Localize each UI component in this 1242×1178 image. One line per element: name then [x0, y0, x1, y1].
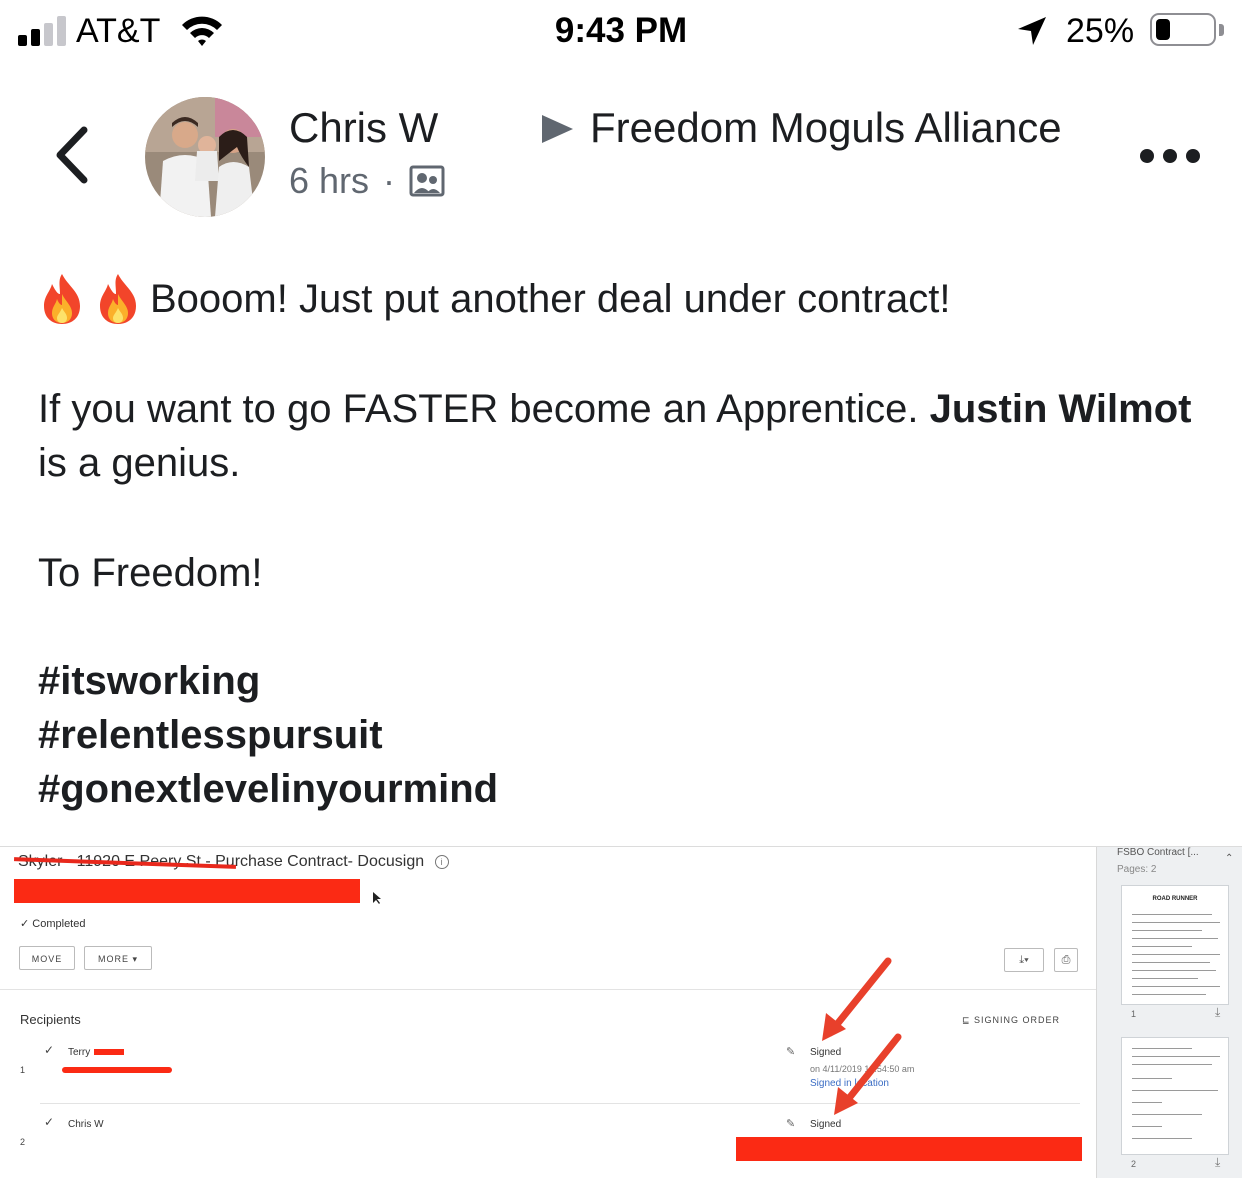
hashtag-link[interactable]: #relentlesspursuit: [38, 708, 1218, 762]
check-icon: ✓: [44, 1115, 55, 1129]
move-button: MOVE: [19, 946, 75, 970]
row-divider: [40, 1103, 1080, 1104]
meta-separator: ·: [383, 160, 396, 201]
redaction-bar: [94, 1049, 124, 1055]
post-meta: 6 hrs ·: [289, 160, 445, 202]
download-icon: ⤓▾: [1004, 948, 1044, 972]
thumbnail-page-number: 1: [1131, 1009, 1137, 1019]
battery-icon: [1150, 13, 1216, 46]
hashtag-link[interactable]: #gonextlevelinyourmind: [38, 762, 1218, 816]
post-image-attachment[interactable]: Skyler - 11920 E Peery St - Purchase Con…: [0, 846, 1242, 1178]
battery-level-fill: [1156, 19, 1170, 40]
post-line-3: To Freedom!: [38, 551, 263, 595]
post-line-1: Booom! Just put another deal under contr…: [38, 272, 1218, 326]
section-divider: [0, 989, 1096, 990]
pen-icon: ✎: [786, 1046, 796, 1058]
battery-cap: [1219, 24, 1224, 36]
mouse-cursor-icon: [373, 892, 381, 904]
more-dots-icon: [1140, 149, 1154, 163]
recipient-number: 1: [20, 1065, 26, 1075]
print-icon: ⎙: [1054, 948, 1078, 972]
red-arrow-annotation: [822, 957, 902, 1115]
status-completed: ✓ Completed: [20, 918, 86, 930]
triangle-arrow-icon: [542, 115, 573, 143]
post-author-name[interactable]: Chris W: [289, 104, 438, 152]
page-thumbnail: ROAD RUNNER: [1121, 885, 1229, 1005]
location-arrow-icon: [1018, 17, 1046, 45]
document-title-text: - Purchase Contract- Docusign: [205, 853, 425, 870]
redaction-bar: [62, 1067, 172, 1073]
status-time: 9:43 PM: [554, 11, 688, 50]
group-name[interactable]: Freedom Moguls Alliance: [590, 104, 1062, 152]
page-thumbnails-panel: FSBO Contract [... Pages: 2 ⌃ ROAD RUNNE…: [1096, 847, 1242, 1178]
more-dropdown-button: MORE ▾: [84, 946, 152, 970]
post-text-line-2: If you want to go FASTER become an Appre…: [38, 387, 930, 431]
fire-emoji-icon: [38, 272, 86, 326]
docusign-screenshot: Skyler - 11920 E Peery St - Purchase Con…: [0, 847, 1096, 1178]
more-options-button[interactable]: [1140, 140, 1200, 172]
redaction-bar: [14, 879, 360, 903]
page-thumbnail: [1121, 1037, 1229, 1155]
recipient-name: Chris W: [68, 1119, 104, 1130]
thumbnail-doc-title: FSBO Contract [...: [1117, 847, 1199, 858]
recipients-heading: Recipients: [20, 1012, 81, 1027]
thumbnail-page-number: 2: [1131, 1159, 1137, 1169]
signing-order-label: ⊑ SIGNING ORDER: [962, 1015, 1061, 1025]
battery-percent: 25%: [1066, 12, 1135, 50]
download-icon: ⤓: [1215, 1005, 1221, 1019]
avatar[interactable]: [145, 97, 265, 217]
post-text-line-2-end: is a genius.: [38, 441, 241, 485]
hashtag-link[interactable]: #itsworking: [38, 654, 1218, 708]
status-completed-text: Completed: [32, 918, 86, 930]
pen-icon: ✎: [786, 1118, 796, 1130]
fire-emoji-icon: [94, 272, 142, 326]
post-text-line-1: Booom! Just put another deal under contr…: [150, 277, 951, 321]
page-count: Pages: 2: [1117, 864, 1157, 875]
thumbnail-heading: ROAD RUNNER: [1152, 896, 1198, 902]
recipient-number: 2: [20, 1137, 26, 1147]
more-dropdown-label: MORE: [97, 954, 129, 964]
download-icon: ⤓: [1215, 1155, 1221, 1169]
post-time[interactable]: 6 hrs: [289, 160, 369, 202]
signing-order-text: SIGNING ORDER: [974, 1015, 1061, 1025]
mentioned-person-link[interactable]: Justin Wilmot: [930, 387, 1192, 431]
check-icon: ✓: [44, 1043, 55, 1057]
info-icon: i: [434, 854, 449, 869]
chevron-up-icon: ⌃: [1225, 853, 1234, 864]
status-bar: AT&T 9:43 PM 25%: [0, 0, 1242, 64]
post-line-2: If you want to go FASTER become an Appre…: [38, 382, 1218, 490]
post-body: Booom! Just put another deal under contr…: [38, 272, 1218, 816]
recipient-name: Terry: [68, 1047, 91, 1058]
back-chevron-icon[interactable]: [48, 124, 98, 186]
group-privacy-icon: [409, 165, 445, 197]
